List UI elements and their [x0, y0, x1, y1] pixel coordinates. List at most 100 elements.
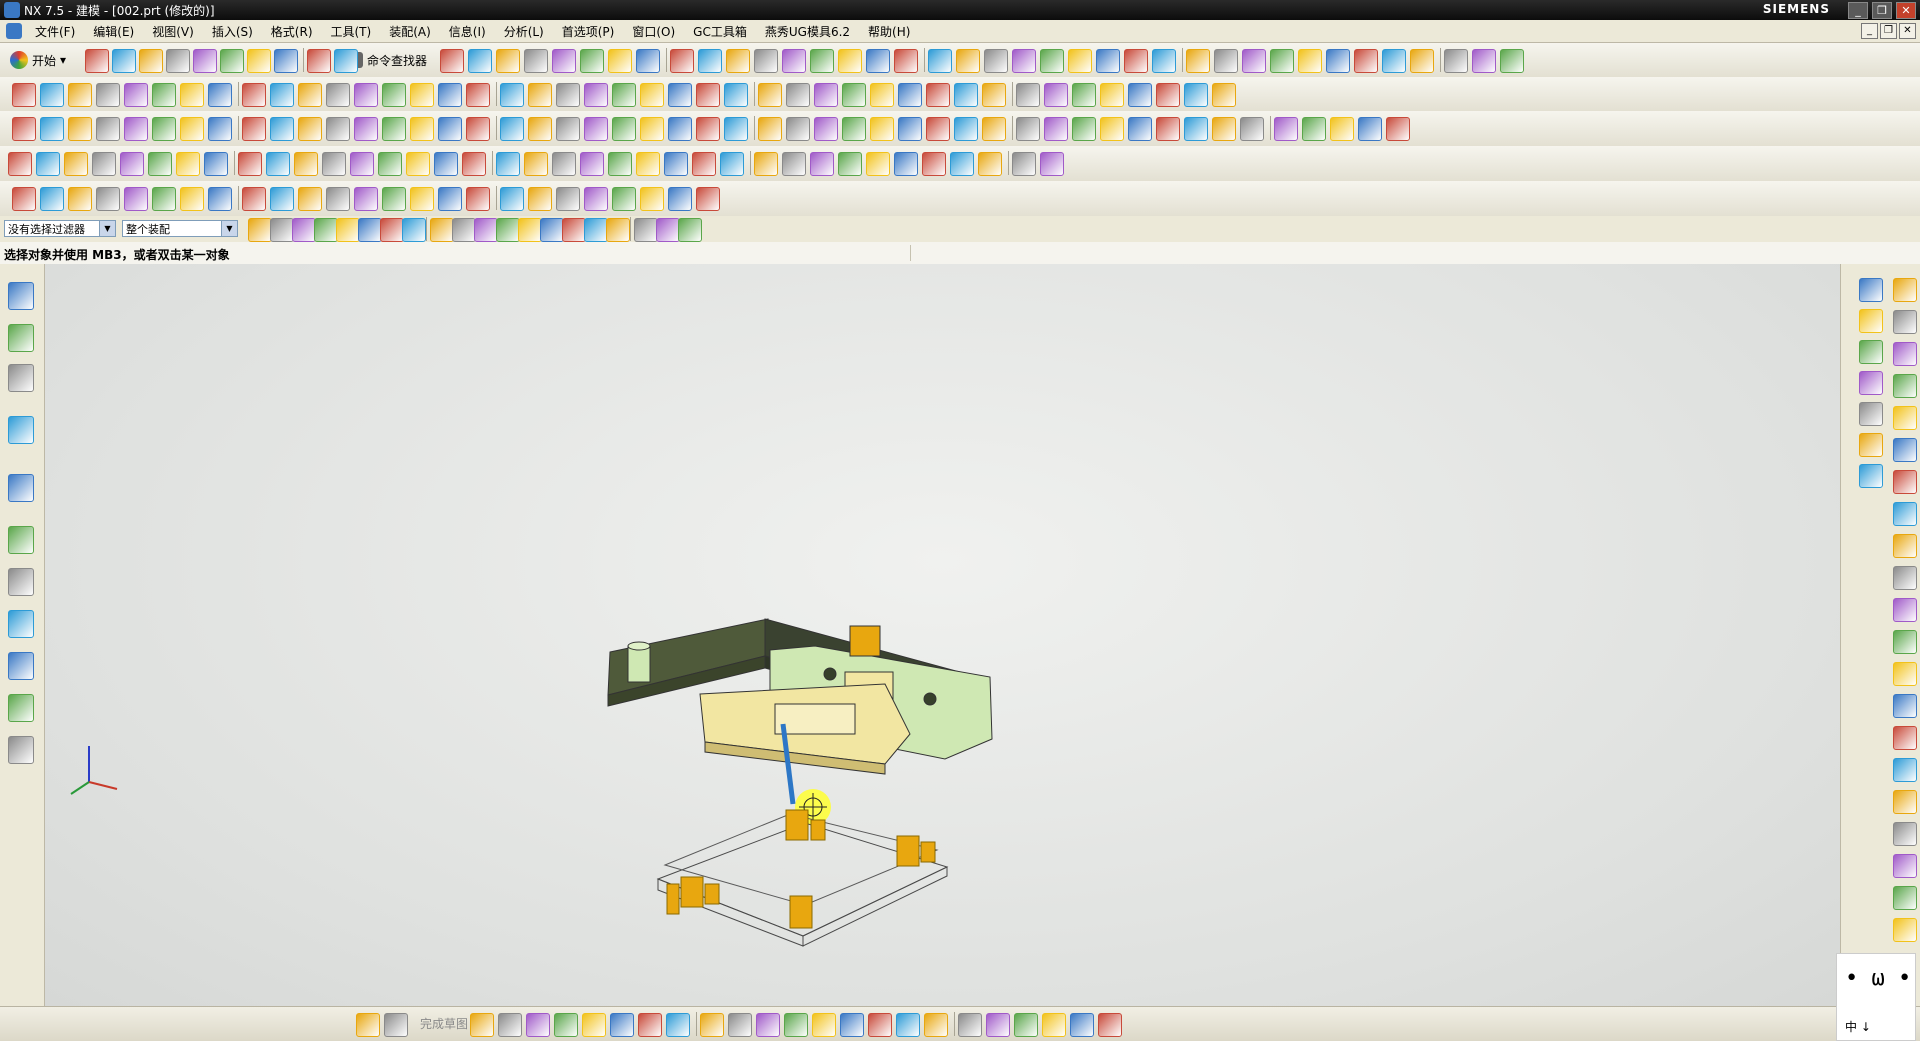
feature-tool-icon[interactable] [814, 83, 838, 107]
sketch-curve-tool-icon[interactable] [1070, 1013, 1094, 1037]
sketch-curve-tool-icon[interactable] [554, 1013, 578, 1037]
mold-tool-icon[interactable] [148, 152, 172, 176]
view-tool-icon[interactable] [810, 49, 834, 73]
sketch-curve-tool-icon[interactable] [470, 1013, 494, 1037]
sync-tool-icon[interactable] [500, 117, 524, 141]
view-tool-icon[interactable] [726, 49, 750, 73]
sync-tool-icon[interactable] [584, 117, 608, 141]
feature-tool-icon[interactable] [612, 83, 636, 107]
yanxiu-mold-icon[interactable] [1893, 790, 1917, 814]
yanxiu-mold-icon[interactable] [1893, 886, 1917, 910]
standard-tool-icon[interactable] [166, 49, 190, 73]
sync-tool-icon[interactable] [528, 117, 552, 141]
view-tool-icon[interactable] [928, 49, 952, 73]
menu-view[interactable]: 视图(V) [143, 23, 203, 40]
menu-analysis[interactable]: 分析(L) [495, 23, 553, 40]
yanxiu-tool-icon[interactable] [124, 187, 148, 211]
yanxiu-tool-icon[interactable] [500, 187, 524, 211]
selection-tool-icon[interactable] [270, 218, 294, 242]
feature-tool-icon[interactable] [354, 83, 378, 107]
selection-tool-icon[interactable] [430, 218, 454, 242]
sync-tool-icon[interactable] [640, 117, 664, 141]
mold-tool-icon[interactable] [36, 152, 60, 176]
mold-tool-icon[interactable] [552, 152, 576, 176]
doc-minimize-button[interactable]: _ [1861, 23, 1878, 39]
mold-tool-icon[interactable] [238, 152, 262, 176]
standard-tool-icon[interactable] [274, 49, 298, 73]
sketch-curve-tool-icon[interactable] [784, 1013, 808, 1037]
sync-tool-icon[interactable] [68, 117, 92, 141]
selection-tool-icon[interactable] [474, 218, 498, 242]
mold-tool-icon[interactable] [64, 152, 88, 176]
resource-navigator-icon[interactable] [8, 416, 34, 444]
selection-tool-icon[interactable] [678, 218, 702, 242]
view-tool-icon[interactable] [956, 49, 980, 73]
yanxiu-tool-icon[interactable] [96, 187, 120, 211]
yanxiu-mold-icon[interactable] [1893, 566, 1917, 590]
view-tool-icon[interactable] [1472, 49, 1496, 73]
resource-navigator-icon[interactable] [8, 324, 34, 352]
mold-tool-icon[interactable] [378, 152, 402, 176]
mold-tool-icon[interactable] [524, 152, 548, 176]
feature-tool-icon[interactable] [298, 83, 322, 107]
view-tool-icon[interactable] [754, 49, 778, 73]
yanxiu-tool-icon[interactable] [528, 187, 552, 211]
yanxiu-mold-icon[interactable] [1893, 502, 1917, 526]
view-tool-icon[interactable] [1410, 49, 1434, 73]
mold-tool-icon[interactable] [496, 152, 520, 176]
yanxiu-tool-icon[interactable] [556, 187, 580, 211]
menu-gc-toolkit[interactable]: GC工具箱 [684, 23, 756, 40]
restore-button[interactable]: ❐ [1872, 2, 1892, 19]
sync-tool-icon[interactable] [354, 117, 378, 141]
yanxiu-mold-icon[interactable] [1893, 694, 1917, 718]
view-tool-icon[interactable] [1500, 49, 1524, 73]
menu-format[interactable]: 格式(R) [262, 23, 322, 40]
feature-tool-icon[interactable] [1016, 83, 1040, 107]
feature-tool-icon[interactable] [12, 83, 36, 107]
mold-tool-icon[interactable] [782, 152, 806, 176]
selection-tool-icon[interactable] [358, 218, 382, 242]
sync-tool-icon[interactable] [298, 117, 322, 141]
view-tool-icon[interactable] [608, 49, 632, 73]
yanxiu-mold-icon[interactable] [1893, 406, 1917, 430]
mold-tool-icon[interactable] [322, 152, 346, 176]
sketch-curve-tool-icon[interactable] [666, 1013, 690, 1037]
sketch-curve-tool-icon[interactable] [840, 1013, 864, 1037]
sync-tool-icon[interactable] [1044, 117, 1068, 141]
sketch-curve-tool-icon[interactable] [958, 1013, 982, 1037]
feature-tool-icon[interactable] [982, 83, 1006, 107]
mold-tool-icon[interactable] [838, 152, 862, 176]
selection-tool-icon[interactable] [562, 218, 586, 242]
mold-tool-icon[interactable] [120, 152, 144, 176]
sync-tool-icon[interactable] [870, 117, 894, 141]
selection-tool-icon[interactable] [402, 218, 426, 242]
feature-tool-icon[interactable] [1212, 83, 1236, 107]
feature-tool-icon[interactable] [466, 83, 490, 107]
yanxiu-tool-icon[interactable] [40, 187, 64, 211]
close-button[interactable]: ✕ [1896, 2, 1916, 19]
yanxiu-tool-icon[interactable] [12, 187, 36, 211]
feature-tool-icon[interactable] [758, 83, 782, 107]
resource-navigator-icon[interactable] [8, 364, 34, 392]
yanxiu-mold-icon[interactable] [1893, 278, 1917, 302]
feature-tool-icon[interactable] [898, 83, 922, 107]
feature-tool-icon[interactable] [668, 83, 692, 107]
menu-help[interactable]: 帮助(H) [859, 23, 919, 40]
sync-tool-icon[interactable] [668, 117, 692, 141]
view-tool-icon[interactable] [496, 49, 520, 73]
feature-tool-icon[interactable] [556, 83, 580, 107]
mold-tool-icon[interactable] [266, 152, 290, 176]
sync-tool-icon[interactable] [1072, 117, 1096, 141]
yanxiu-tool-icon[interactable] [68, 187, 92, 211]
menu-yanxiu-mold[interactable]: 燕秀UG模具6.2 [756, 23, 859, 40]
feature-tool-icon[interactable] [40, 83, 64, 107]
feature-tool-icon[interactable] [180, 83, 204, 107]
sync-tool-icon[interactable] [926, 117, 950, 141]
finish-sketch-label[interactable]: 完成草图 [420, 1015, 468, 1032]
feature-tool-icon[interactable] [786, 83, 810, 107]
sync-tool-icon[interactable] [954, 117, 978, 141]
mold-tool-icon[interactable] [294, 152, 318, 176]
view-tool-icon[interactable] [1096, 49, 1120, 73]
mold-tool-icon[interactable] [8, 152, 32, 176]
view-tool-icon[interactable] [580, 49, 604, 73]
